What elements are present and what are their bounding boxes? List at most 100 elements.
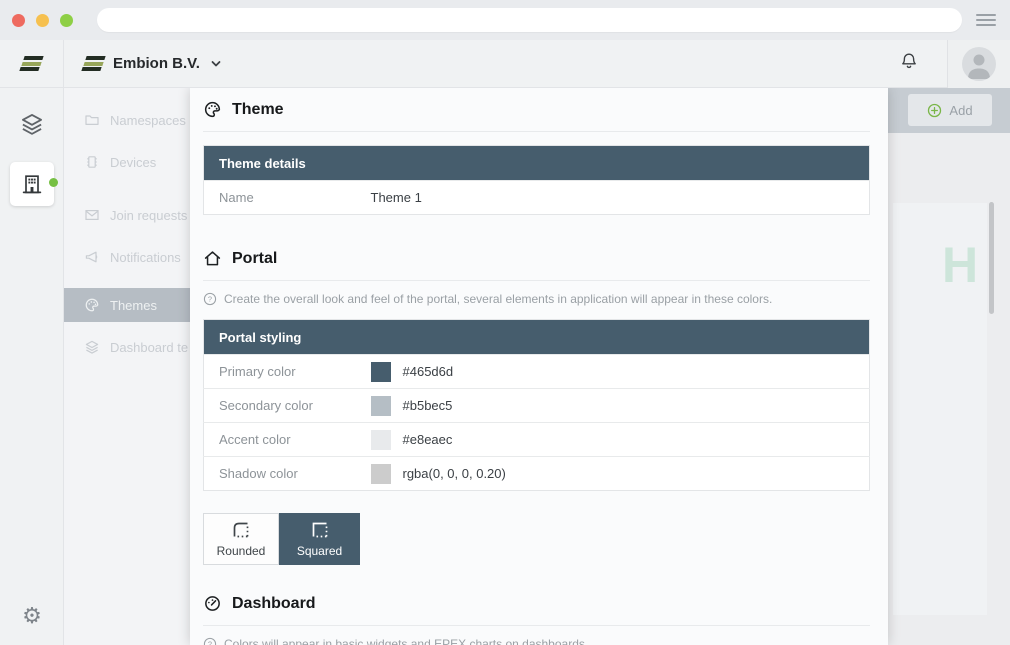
sidebar-item-label: Namespaces <box>110 113 186 128</box>
table-row: Secondary color #b5bec5 <box>204 389 870 423</box>
shadow-color-value: rgba(0, 0, 0, 0.20) <box>403 466 506 481</box>
shadow-color-label: Shadow color <box>204 457 356 491</box>
sidebar-item-join-requests[interactable]: Join requests <box>64 198 190 232</box>
add-theme-button[interactable]: Add <box>908 94 992 126</box>
zoom-window-button[interactable] <box>60 14 73 27</box>
browser-menu-icon[interactable] <box>976 11 996 29</box>
bell-icon <box>899 51 919 71</box>
secondary-color-value: #b5bec5 <box>403 398 453 413</box>
rail-logo-cell <box>0 40 64 87</box>
portal-styling-table: Portal styling Primary color #465d6d Sec… <box>203 319 870 491</box>
settings-button[interactable]: ⚙ <box>0 603 64 629</box>
user-menu-button[interactable] <box>948 40 1010 88</box>
device-icon <box>84 154 100 170</box>
squared-corner-icon <box>310 520 330 540</box>
corner-style-toggle: Rounded Squared <box>203 513 870 565</box>
name-value: Theme 1 <box>356 181 870 215</box>
sidebar-item-notifications[interactable]: Notifications <box>64 240 190 274</box>
rail-item-namespaces[interactable] <box>0 102 64 146</box>
screen: Embion B.V. <box>0 0 1010 645</box>
rail-item-company-active[interactable] <box>10 162 54 206</box>
accent-color-label: Accent color <box>204 423 356 457</box>
company-name: Embion B.V. <box>113 55 200 72</box>
window-controls <box>12 14 73 27</box>
building-icon <box>20 172 44 196</box>
rounded-option-label: Rounded <box>217 544 266 558</box>
accent-color-value: #e8eaec <box>403 432 453 447</box>
embion-logo-icon <box>84 55 103 73</box>
close-window-button[interactable] <box>12 14 25 27</box>
scrollbar-thumb[interactable] <box>989 202 994 314</box>
primary-color-label: Primary color <box>204 355 356 389</box>
sidebar-item-label: Devices <box>110 155 156 170</box>
sidebar-item-label: Join requests <box>110 208 187 223</box>
shadow-color-swatch[interactable] <box>371 464 391 484</box>
primary-color-swatch[interactable] <box>371 362 391 382</box>
folder-icon <box>84 112 100 128</box>
theme-detail-panel: Theme Theme details Name Theme 1 Portal <box>190 88 888 645</box>
theme-watermark: H <box>942 240 978 290</box>
divider <box>203 280 870 281</box>
gauge-icon <box>203 594 222 613</box>
table-row: Name Theme 1 <box>204 181 870 215</box>
help-circle-icon: ? <box>203 292 217 306</box>
secondary-color-swatch[interactable] <box>371 396 391 416</box>
minimize-window-button[interactable] <box>36 14 49 27</box>
theme-section-title: Theme <box>232 101 284 119</box>
active-status-dot <box>49 178 58 187</box>
help-circle-icon: ? <box>203 637 217 645</box>
sidebar-item-label: Themes <box>110 298 157 313</box>
portal-hint-text: Create the overall look and feel of the … <box>224 292 772 306</box>
sidebar-item-themes[interactable]: Themes <box>64 288 190 322</box>
rounded-option-button[interactable]: Rounded <box>203 513 279 565</box>
portal-section-header: Portal <box>203 249 870 268</box>
secondary-sidebar: Namespaces Devices Join requests <box>64 88 190 645</box>
rounded-corner-icon <box>231 520 251 540</box>
sidebar-item-label: Notifications <box>110 250 181 265</box>
megaphone-icon <box>84 249 100 265</box>
browser-chrome <box>0 0 1010 40</box>
left-rail: ⚙ <box>0 88 64 645</box>
sidebar-item-label: Dashboard te <box>110 340 188 355</box>
envelope-icon <box>84 207 100 223</box>
svg-text:?: ? <box>208 640 212 645</box>
svg-text:?: ? <box>208 295 212 304</box>
home-icon <box>203 249 222 268</box>
divider <box>203 131 870 132</box>
plus-circle-icon <box>927 103 942 118</box>
dashboard-hint: ? Colors will appear in basic widgets an… <box>203 637 870 645</box>
layers-icon <box>84 339 100 355</box>
palette-icon <box>84 297 100 313</box>
theme-details-table-title: Theme details <box>204 146 870 181</box>
embion-logo-icon <box>22 55 41 73</box>
sidebar-item-dashboard-templates[interactable]: Dashboard te <box>64 330 190 364</box>
portal-section-title: Portal <box>232 250 277 268</box>
portal-hint: ? Create the overall look and feel of th… <box>203 292 870 306</box>
sidebar-item-devices[interactable]: Devices <box>64 145 190 179</box>
table-row: Primary color #465d6d <box>204 355 870 389</box>
squared-option-button[interactable]: Squared <box>279 513 360 565</box>
name-label: Name <box>204 181 356 215</box>
user-avatar <box>962 47 996 81</box>
dashboard-section-title: Dashboard <box>232 595 316 613</box>
notifications-bell-button[interactable] <box>899 51 919 76</box>
theme-section-header: Theme <box>203 100 870 119</box>
accent-color-swatch[interactable] <box>371 430 391 450</box>
secondary-color-label: Secondary color <box>204 389 356 423</box>
dashboard-hint-text: Colors will appear in basic widgets and … <box>224 637 588 645</box>
gear-icon: ⚙ <box>22 603 42 628</box>
palette-icon <box>203 100 222 119</box>
table-row: Shadow color rgba(0, 0, 0, 0.20) <box>204 457 870 491</box>
company-switcher[interactable]: Embion B.V. <box>84 55 222 73</box>
sidebar-item-namespaces[interactable]: Namespaces <box>64 103 190 137</box>
dashboard-section-header: Dashboard <box>203 594 870 613</box>
table-row: Accent color #e8eaec <box>204 423 870 457</box>
primary-color-value: #465d6d <box>403 364 454 379</box>
url-bar[interactable] <box>97 8 962 32</box>
add-button-label: Add <box>949 103 972 118</box>
layers-icon <box>19 111 45 137</box>
theme-details-table: Theme details Name Theme 1 <box>203 145 870 215</box>
app-header: Embion B.V. <box>0 40 1010 88</box>
app-window: Embion B.V. <box>0 40 1010 645</box>
divider <box>203 625 870 626</box>
